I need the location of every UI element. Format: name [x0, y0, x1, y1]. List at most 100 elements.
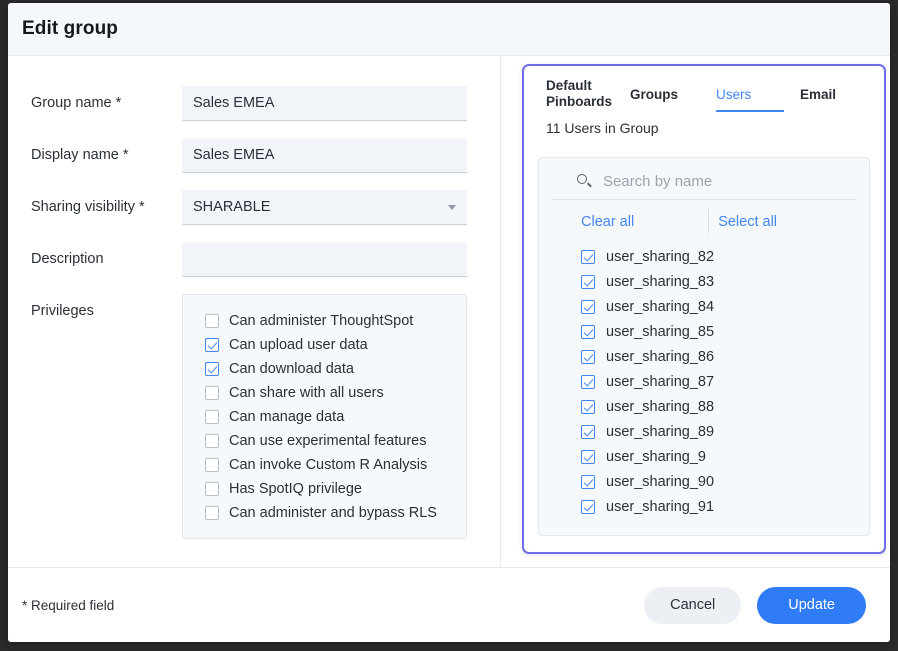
user-label: user_sharing_84 — [606, 299, 714, 315]
user-label: user_sharing_87 — [606, 374, 714, 390]
checkbox-unchecked[interactable] — [205, 434, 219, 448]
dialog-footer: * Required field Cancel Update — [8, 567, 890, 642]
user-list: user_sharing_82 user_sharing_83 user_shari… — [553, 244, 855, 519]
description-label: Description — [31, 242, 182, 268]
privilege-item[interactable]: Can manage data — [205, 405, 466, 428]
checkbox-checked[interactable] — [581, 375, 595, 389]
tab-users[interactable]: Users — [716, 78, 800, 112]
privilege-label: Can share with all users — [229, 385, 384, 401]
privilege-item[interactable]: Can administer and bypass RLS — [205, 501, 466, 524]
search-icon — [577, 174, 592, 189]
user-label: user_sharing_91 — [606, 499, 714, 515]
privilege-label: Has SpotIQ privilege — [229, 481, 362, 497]
checkbox-checked[interactable] — [581, 475, 595, 489]
form-row-privileges: Privileges Can administer ThoughtSpotCan… — [8, 294, 500, 539]
checkbox-checked[interactable] — [581, 350, 595, 364]
search-row — [553, 172, 855, 200]
user-list-item[interactable]: user_sharing_87 — [581, 369, 855, 394]
actions-divider — [708, 209, 709, 233]
checkbox-checked[interactable] — [581, 500, 595, 514]
required-field-note: * Required field — [22, 598, 114, 613]
cancel-button[interactable]: Cancel — [644, 587, 741, 624]
checkbox-checked[interactable] — [581, 300, 595, 314]
user-list-item[interactable]: user_sharing_89 — [581, 419, 855, 444]
user-list-item[interactable]: user_sharing_85 — [581, 319, 855, 344]
privilege-label: Can download data — [229, 361, 354, 377]
edit-group-dialog: Edit group Group name * Display name * S… — [8, 3, 890, 642]
sharing-visibility-label: Sharing visibility * — [31, 190, 182, 216]
checkbox-checked[interactable] — [581, 250, 595, 264]
privilege-label: Can administer ThoughtSpot — [229, 313, 413, 329]
checkbox-unchecked[interactable] — [205, 482, 219, 496]
checkbox-checked[interactable] — [205, 338, 219, 352]
privilege-item[interactable]: Has SpotIQ privilege — [205, 477, 466, 500]
dialog-header: Edit group — [8, 3, 890, 56]
privileges-list: Can administer ThoughtSpot Can upload use… — [182, 294, 467, 539]
user-list-item[interactable]: user_sharing_9 — [581, 444, 855, 469]
checkbox-unchecked[interactable] — [205, 314, 219, 328]
description-input[interactable] — [182, 242, 467, 277]
user-label: user_sharing_86 — [606, 349, 714, 365]
checkbox-unchecked[interactable] — [205, 506, 219, 520]
sharing-visibility-select[interactable] — [182, 190, 467, 225]
sharing-visibility-select-wrap — [182, 190, 467, 225]
user-label: user_sharing_9 — [606, 449, 706, 465]
display-name-input[interactable] — [182, 138, 467, 173]
page-title: Edit group — [22, 18, 118, 40]
checkbox-checked[interactable] — [581, 275, 595, 289]
user-label: user_sharing_85 — [606, 324, 714, 340]
checkbox-unchecked[interactable] — [205, 386, 219, 400]
checkbox-checked[interactable] — [581, 325, 595, 339]
clear-all-button[interactable]: Clear all — [581, 214, 634, 230]
form-row-description: Description — [8, 242, 500, 277]
list-actions: Clear all Select all — [553, 200, 855, 244]
privileges-label: Privileges — [31, 294, 182, 320]
privilege-item[interactable]: Can upload user data — [205, 333, 466, 356]
user-list-item[interactable]: user_sharing_82 — [581, 244, 855, 269]
user-list-item[interactable]: user_sharing_84 — [581, 294, 855, 319]
user-label: user_sharing_83 — [606, 274, 714, 290]
privilege-label: Can upload user data — [229, 337, 368, 353]
form-column: Group name * Display name * Sharing visi… — [8, 56, 500, 567]
display-name-label: Display name * — [31, 138, 182, 164]
privilege-label: Can manage data — [229, 409, 344, 425]
update-button[interactable]: Update — [757, 587, 866, 624]
form-row-group-name: Group name * — [8, 86, 500, 121]
membership-column: Default PinboardsGroupsUsersEmail 11 Use… — [500, 56, 890, 567]
group-name-input[interactable] — [182, 86, 467, 121]
privilege-label: Can invoke Custom R Analysis — [229, 457, 427, 473]
tab-groups[interactable]: Groups — [630, 78, 716, 112]
users-panel: Default PinboardsGroupsUsersEmail 11 Use… — [522, 64, 886, 554]
privilege-item[interactable]: Can download data — [205, 357, 466, 380]
privilege-item[interactable]: Can use experimental features — [205, 429, 466, 452]
tab-email[interactable]: Email — [800, 78, 836, 112]
user-label: user_sharing_89 — [606, 424, 714, 440]
select-all-button[interactable]: Select all — [718, 214, 777, 230]
user-list-item[interactable]: user_sharing_90 — [581, 469, 855, 494]
checkbox-checked[interactable] — [205, 362, 219, 376]
checkbox-checked[interactable] — [581, 450, 595, 464]
user-list-item[interactable]: user_sharing_86 — [581, 344, 855, 369]
privilege-item[interactable]: Can administer ThoughtSpot — [205, 309, 466, 332]
group-name-label: Group name * — [31, 86, 182, 112]
user-label: user_sharing_90 — [606, 474, 714, 490]
user-list-item[interactable]: user_sharing_88 — [581, 394, 855, 419]
users-list-card: Clear all Select all user_sharing_82user… — [538, 157, 870, 536]
form-row-display-name: Display name * — [8, 138, 500, 173]
user-list-item[interactable]: user_sharing_83 — [581, 269, 855, 294]
search-input[interactable] — [601, 172, 835, 191]
dialog-body: Group name * Display name * Sharing visi… — [8, 56, 890, 567]
checkbox-checked[interactable] — [581, 400, 595, 414]
privilege-item[interactable]: Can share with all users — [205, 381, 466, 404]
privilege-label: Can administer and bypass RLS — [229, 505, 437, 521]
tab-default-pinboards[interactable]: Default Pinboards — [546, 78, 630, 119]
checkbox-checked[interactable] — [581, 425, 595, 439]
checkbox-unchecked[interactable] — [205, 410, 219, 424]
checkbox-unchecked[interactable] — [205, 458, 219, 472]
privilege-item[interactable]: Can invoke Custom R Analysis — [205, 453, 466, 476]
user-label: user_sharing_82 — [606, 249, 714, 265]
privilege-label: Can use experimental features — [229, 433, 426, 449]
users-count: 11 Users in Group — [538, 120, 870, 136]
screen: Edit group Group name * Display name * S… — [0, 0, 898, 651]
user-list-item[interactable]: user_sharing_91 — [581, 494, 855, 519]
